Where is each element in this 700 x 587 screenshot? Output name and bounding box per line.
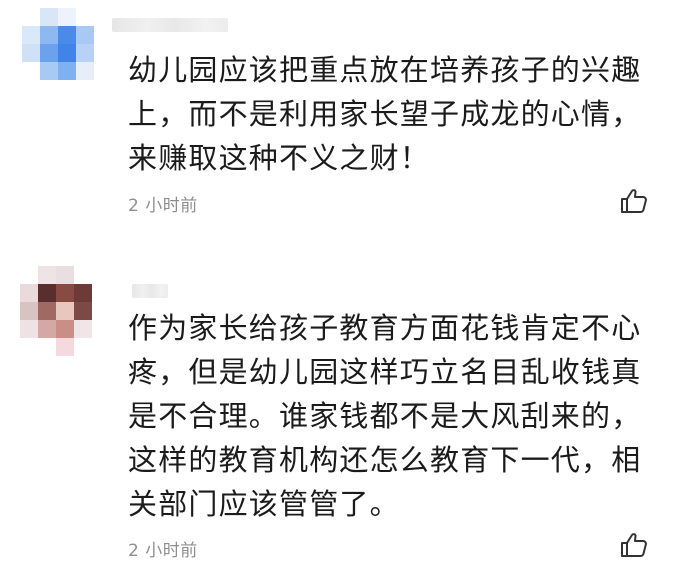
comment-timestamp: 2 小时前 — [128, 196, 198, 216]
like-button[interactable] — [620, 188, 648, 214]
thumbs-up-icon — [621, 189, 647, 213]
comment-text-line: 上，而不是利用家长望子成龙的心情， — [128, 97, 642, 131]
comment-text-line: 是不合理。谁家钱都不是大风刮来的， — [128, 399, 642, 433]
comment-text-line: 来赚取这种不义之财！ — [128, 141, 431, 175]
avatar[interactable] — [20, 266, 112, 358]
comment-text-line: 关部门应该管管了。 — [128, 487, 400, 521]
comment-timestamp: 2 小时前 — [128, 541, 198, 561]
comment-text-line: 这样的教育机构还怎么教育下一代，相 — [128, 443, 642, 477]
username-blurred[interactable] — [132, 284, 168, 298]
thumbs-up-icon — [621, 533, 647, 557]
avatar[interactable] — [22, 8, 114, 100]
comment-text: 幼儿园应该把重点放在培养孩子的兴趣 上，而不是利用家长望子成龙的心情， 来赚取这… — [128, 48, 673, 180]
comment-text-line: 疼，但是幼儿园这样巧立名目乱收钱真 — [128, 355, 642, 389]
comment-text-line: 作为家长给孩子教育方面花钱肯定不心 — [128, 311, 642, 345]
comment-text-line: 幼儿园应该把重点放在培养孩子的兴趣 — [128, 53, 642, 87]
comment-text: 作为家长给孩子教育方面花钱肯定不心 疼，但是幼儿园这样巧立名目乱收钱真 是不合理… — [128, 306, 673, 526]
like-button[interactable] — [620, 532, 648, 558]
username-blurred[interactable] — [112, 18, 228, 32]
